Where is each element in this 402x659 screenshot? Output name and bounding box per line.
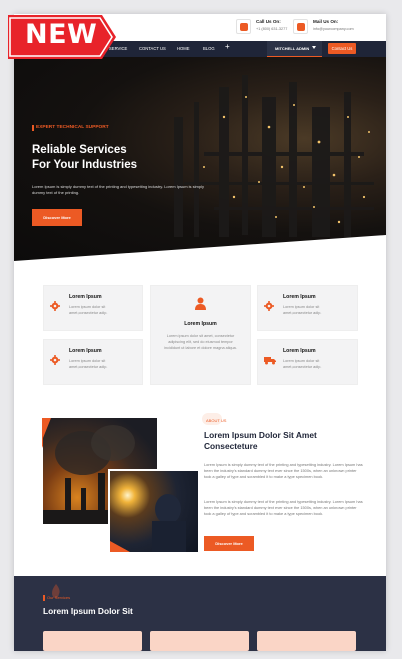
services-tag-accent	[43, 595, 45, 601]
hero-discover-button[interactable]: Discover More	[32, 209, 82, 226]
new-badge: NEW	[6, 9, 118, 63]
gear-icon	[50, 301, 60, 311]
user-menu-label: MITCHELL ADMIN	[275, 46, 310, 51]
mail-icon	[293, 19, 308, 34]
feature-desc: Lorem ipsum dolor sit amet,consectetur a…	[283, 305, 322, 315]
feature-desc: Lorem ipsum dolor sit amet, consectetur …	[164, 334, 237, 350]
gear-icon	[50, 355, 60, 365]
gear-icon	[264, 301, 274, 311]
nav-item-home[interactable]: HOME	[177, 46, 190, 51]
feature-card[interactable]: Lorem Ipsum Lorem ipsum dolor sit amet,c…	[257, 339, 358, 385]
services-section: Our Services Lorem Ipsum Dolor Sit	[14, 576, 386, 651]
add-icon[interactable]: +	[225, 43, 230, 51]
chevron-down-icon	[312, 46, 316, 49]
welder-illustration	[110, 494, 186, 552]
nav-item-contact-us[interactable]: CONTACT US	[139, 46, 166, 51]
hero-title-line1: Reliable Services	[32, 144, 127, 156]
mail-title: Mail Us On:	[313, 19, 339, 24]
feature-title: Lorem Ipsum	[69, 294, 102, 300]
feature-card[interactable]: Lorem Ipsum Lorem ipsum dolor sit amet,c…	[43, 285, 143, 331]
services-title: Lorem Ipsum Dolor Sit	[43, 606, 133, 616]
feature-title: Lorem Ipsum	[69, 348, 102, 354]
services-tag: Our Services	[47, 595, 71, 600]
hero-title-line2: For Your Industries	[32, 158, 138, 171]
about-paragraph: Lorem Ipsum is simply dummy text of the …	[204, 462, 363, 480]
hero-title: Reliable Services For Your Industries	[32, 143, 192, 172]
eyebrow-accent	[32, 125, 34, 131]
feature-title: Lorem Ipsum	[184, 321, 217, 327]
feature-card[interactable]: Lorem Ipsum Lorem ipsum dolor sit amet,c…	[257, 285, 358, 331]
user-icon	[195, 297, 206, 310]
phone-icon	[236, 19, 251, 34]
truck-icon	[264, 357, 276, 365]
feature-desc: Lorem ipsum dolor sit amet,consectetur a…	[69, 359, 108, 369]
feature-desc: Lorem ipsum dolor sit amet,consectetur a…	[69, 305, 108, 315]
mail-contact[interactable]: Mail Us On: info@yourcompany.com	[293, 18, 363, 36]
about-discover-button[interactable]: Discover More	[204, 536, 254, 551]
mail-address: info@yourcompany.com	[313, 27, 354, 31]
feature-card[interactable]: Lorem Ipsum Lorem ipsum dolor sit amet,c…	[43, 339, 143, 385]
service-card[interactable]	[43, 631, 142, 651]
about-tag: ABOUT US	[206, 418, 227, 423]
feature-title: Lorem Ipsum	[283, 348, 316, 354]
new-badge-label: NEW	[25, 19, 98, 50]
hero-description: Lorem Ipsum is simply dummy text of the …	[32, 184, 204, 195]
website-preview: Call Us On: +1 (800) 631-3277 Mail Us On…	[14, 14, 386, 651]
call-title: Call Us On:	[256, 19, 281, 24]
call-number: +1 (800) 631-3277	[256, 27, 288, 31]
call-contact[interactable]: Call Us On: +1 (800) 631-3277	[236, 18, 296, 36]
service-card[interactable]	[150, 631, 249, 651]
user-menu[interactable]: MITCHELL ADMIN	[267, 41, 322, 57]
feature-title: Lorem Ipsum	[283, 294, 316, 300]
hero-section: EXPERT TECHNICAL SUPPORT Reliable Servic…	[14, 57, 386, 261]
service-card[interactable]	[257, 631, 356, 651]
contact-us-button[interactable]: Contact Us	[328, 43, 356, 54]
hero-eyebrow: EXPERT TECHNICAL SUPPORT	[36, 125, 109, 130]
feature-card-center[interactable]: Lorem Ipsum Lorem ipsum dolor sit amet, …	[150, 285, 251, 385]
nav-item-blog[interactable]: BLOG	[203, 46, 215, 51]
about-paragraph: Lorem Ipsum is simply dummy text of the …	[204, 499, 363, 517]
about-title: Lorem Ipsum Dolor Sit Amet Consecteture	[204, 430, 317, 451]
feature-desc: Lorem ipsum dolor sit amet,consectetur a…	[283, 359, 322, 369]
